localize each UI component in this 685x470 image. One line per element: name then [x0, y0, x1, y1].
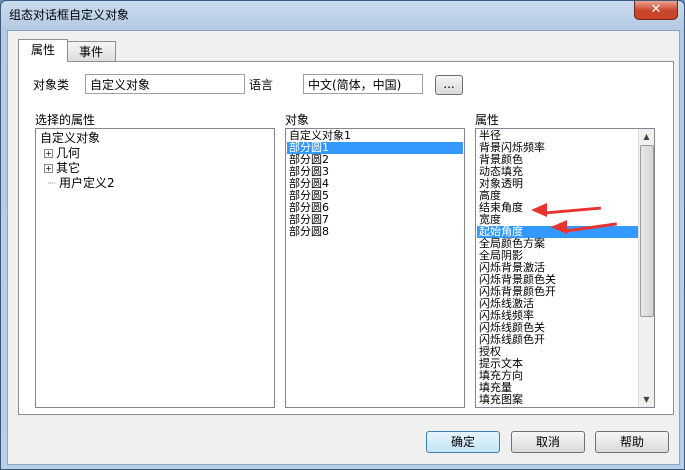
- properties-panel: 对象类 自定义对象 语言 中文(简体，中国) ... 选择的属性 对象 属性 自…: [18, 61, 674, 415]
- tree-root[interactable]: 自定义对象: [40, 131, 115, 146]
- object-list-item[interactable]: 部分圆8: [287, 226, 463, 238]
- scroll-down-icon[interactable]: ▼: [639, 392, 654, 407]
- help-button[interactable]: 帮助: [595, 431, 669, 453]
- tree-connector: ┈: [48, 176, 60, 190]
- objects-list[interactable]: 自定义对象1 部分圆1 部分圆2 部分圆3 部分圆4 部分圆5 部分圆6 部分圆7 部分圆8: [285, 128, 465, 408]
- tab-properties[interactable]: 属性: [18, 39, 68, 62]
- language-field[interactable]: 中文(简体，中国): [303, 74, 423, 94]
- window-title: 组态对话框自定义对象: [9, 8, 130, 22]
- scroll-thumb[interactable]: [640, 145, 654, 317]
- object-class-field[interactable]: 自定义对象: [85, 74, 245, 94]
- tree-item-other[interactable]: + 其它: [40, 161, 115, 176]
- expand-icon[interactable]: +: [44, 149, 53, 158]
- property-list-item[interactable]: 填充图案: [477, 394, 638, 406]
- tree-item-geometry[interactable]: + 几何: [40, 146, 115, 161]
- properties-header: 属性: [475, 113, 500, 127]
- properties-scrollbar[interactable]: ▲ ▼: [638, 129, 654, 407]
- ok-button[interactable]: 确定: [426, 431, 500, 453]
- browse-button[interactable]: ...: [435, 75, 463, 95]
- tree-item-label: 用户定义2: [59, 176, 115, 190]
- objects-header: 对象: [285, 113, 310, 127]
- scroll-up-icon[interactable]: ▲: [639, 129, 654, 144]
- dialog-window: 组态对话框自定义对象 ✕ 属性 事件 对象类 自定义对象 语言 中文(简体，中国…: [0, 0, 685, 470]
- cancel-button[interactable]: 取消: [511, 431, 585, 453]
- language-label: 语言: [249, 78, 274, 92]
- title-bar: 组态对话框自定义对象 ✕: [1, 1, 684, 29]
- property-list-item[interactable]: 对象透明: [477, 178, 638, 190]
- selected-properties-header: 选择的属性: [35, 113, 96, 127]
- selected-properties-tree[interactable]: 自定义对象 + 几何 + 其它 ┈ 用户定义2: [35, 128, 275, 408]
- tree-item-label: 几何: [56, 146, 81, 160]
- tree-item-label: 其它: [56, 161, 81, 175]
- property-list-item[interactable]: 闪烁线颜色开: [477, 334, 638, 346]
- expand-icon[interactable]: +: [44, 164, 53, 173]
- properties-list[interactable]: 半径 背景闪烁频率 背景颜色 动态填充 对象透明 高度 结束角度 宽度 起始角度 全局颜色方案 全局…: [475, 128, 655, 408]
- close-button[interactable]: ✕: [634, 1, 678, 20]
- dialog-client: 属性 事件 对象类 自定义对象 语言 中文(简体，中国) ... 选择的属性 对…: [7, 30, 680, 465]
- tab-events[interactable]: 事件: [66, 41, 116, 62]
- object-class-label: 对象类: [33, 78, 70, 92]
- tree-item-user-defined[interactable]: ┈ 用户定义2: [40, 176, 115, 191]
